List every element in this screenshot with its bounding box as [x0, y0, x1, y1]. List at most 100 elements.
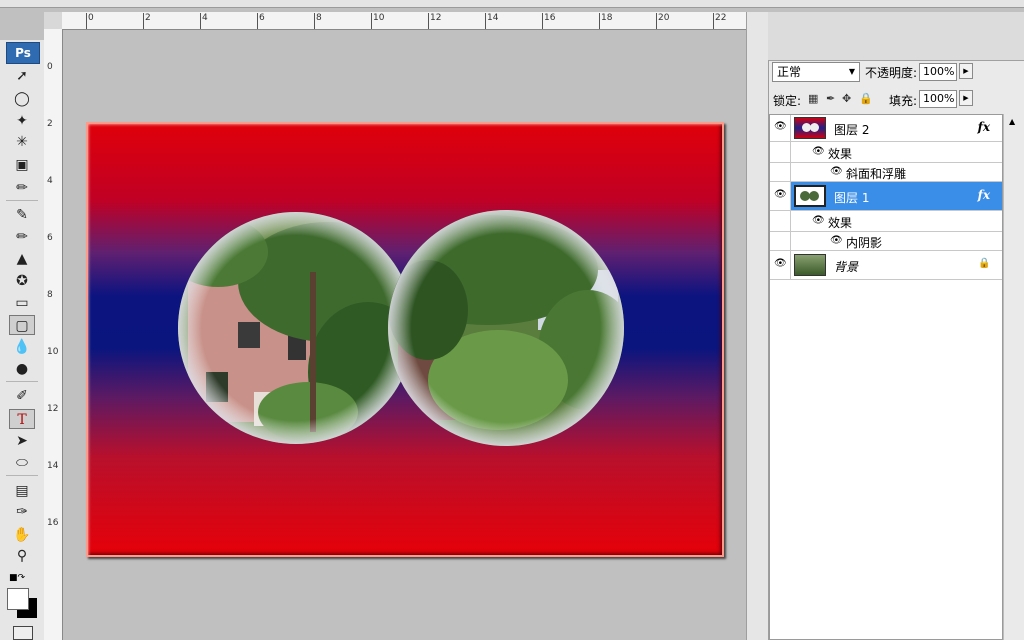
- lock-image-icon[interactable]: ✒: [826, 92, 835, 105]
- hand-tool-icon[interactable]: ✋: [9, 525, 35, 545]
- ruler-tick: [143, 13, 144, 29]
- horizontal-ruler[interactable]: 0 2 4 6 8 10 12 14 16 18 20 22: [62, 12, 746, 30]
- lock-icon: 🔒: [978, 258, 991, 269]
- effects-row[interactable]: 👁 效果: [770, 211, 1002, 232]
- eyedropper-icon[interactable]: ✑: [9, 502, 35, 522]
- shape-tool-icon[interactable]: ⬭: [9, 453, 35, 473]
- ruler-tick: [542, 13, 543, 29]
- gradient-tool-icon[interactable]: ▢: [9, 315, 35, 335]
- quick-mask-icon[interactable]: [13, 626, 33, 640]
- ruler-tick-label: 4: [47, 176, 53, 186]
- ruler-tick: [86, 13, 87, 29]
- eye-icon[interactable]: 👁: [774, 189, 787, 200]
- ruler-tick-label: 12: [47, 404, 59, 414]
- vertical-ruler[interactable]: 0 2 4 6 8 10 12 14 16: [44, 29, 63, 640]
- ruler-tick-label: 16: [47, 518, 59, 528]
- lock-label: 锁定:: [773, 94, 802, 108]
- eraser-icon[interactable]: ▭: [9, 293, 35, 313]
- document-canvas[interactable]: [86, 122, 724, 557]
- ruler-tick-label: 14: [487, 13, 499, 23]
- ruler-tick: [371, 13, 372, 29]
- eye-icon[interactable]: 👁: [774, 121, 787, 132]
- layer-name: 图层 1: [834, 191, 870, 205]
- ruler-tick-label: 2: [47, 119, 53, 129]
- zoom-tool-icon[interactable]: ⚲: [9, 546, 35, 566]
- ruler-tick-label: 20: [658, 13, 670, 23]
- ruler-tick-label: 6: [259, 13, 265, 23]
- fx-icon[interactable]: fx: [978, 120, 990, 134]
- left-photo-circle: [178, 212, 414, 444]
- move-tool-icon[interactable]: ➚: [9, 66, 35, 86]
- opacity-label: 不透明度:: [865, 66, 918, 80]
- ruler-tick-label: 2: [145, 13, 151, 23]
- ruler-tick-label: 12: [430, 13, 442, 23]
- dodge-tool-icon[interactable]: ●: [9, 359, 35, 379]
- fill-label: 填充:: [889, 94, 918, 108]
- opacity-field[interactable]: 100%: [919, 63, 957, 81]
- ruler-tick: [656, 13, 657, 29]
- layer-row[interactable]: 👁 图层 2 fx: [770, 115, 1002, 142]
- type-tool-icon[interactable]: T: [9, 409, 35, 429]
- effect-name: 内阴影: [846, 236, 883, 250]
- ruler-tick-label: 22: [715, 13, 727, 23]
- effects-label: 效果: [828, 216, 853, 230]
- ruler-tick: [257, 13, 258, 29]
- ruler-tick: [485, 13, 486, 29]
- blur-tool-icon[interactable]: 💧: [9, 337, 35, 357]
- history-brush-icon[interactable]: ✪: [9, 271, 35, 291]
- healing-brush-icon[interactable]: ✎: [9, 205, 35, 225]
- layer-thumbnail: [794, 117, 826, 139]
- ruler-tick: [314, 13, 315, 29]
- effect-row[interactable]: 👁 内阴影: [770, 232, 1002, 251]
- ruler-tick: [200, 13, 201, 29]
- panel-header: [768, 12, 1024, 61]
- fill-field[interactable]: 100%: [919, 90, 957, 108]
- eye-icon[interactable]: 👁: [774, 258, 787, 269]
- eye-icon[interactable]: 👁: [830, 166, 843, 177]
- ruler-tick: [428, 13, 429, 29]
- ruler-tick-label: 10: [373, 13, 385, 23]
- effects-label: 效果: [828, 147, 853, 161]
- blend-mode-select[interactable]: 正常 ▼: [772, 62, 860, 82]
- lock-all-icon[interactable]: 🔒: [859, 92, 873, 105]
- magic-wand-icon[interactable]: ✳: [9, 132, 35, 152]
- ruler-tick-label: 4: [202, 13, 208, 23]
- default-colors-icon[interactable]: ■↷: [9, 573, 25, 583]
- pen-tool-icon[interactable]: ✐: [9, 386, 35, 406]
- effect-row[interactable]: 👁 斜面和浮雕: [770, 163, 1002, 182]
- layer-name: 图层 2: [834, 123, 870, 137]
- layer-thumbnail: [794, 185, 826, 207]
- clone-stamp-icon[interactable]: ▲: [9, 249, 35, 269]
- document-scrollbar[interactable]: [746, 12, 769, 640]
- layer-row-selected[interactable]: 👁 图层 1 fx: [770, 182, 1002, 211]
- lock-position-icon[interactable]: ✥: [842, 92, 851, 105]
- brush-tool-icon[interactable]: ✏: [9, 227, 35, 247]
- fill-slider-button[interactable]: ▶: [959, 90, 973, 106]
- ruler-tick-label: 14: [47, 461, 59, 471]
- ruler-tick-label: 16: [544, 13, 556, 23]
- marquee-tool-icon[interactable]: ◯: [9, 89, 35, 109]
- layers-list: 👁 图层 2 fx 👁 效果 👁 斜面和浮雕 👁 图层 1 fx 👁 效果 👁: [769, 114, 1003, 640]
- scroll-up-icon[interactable]: ▲: [1009, 117, 1015, 126]
- eyedropper-icon[interactable]: ✏: [9, 178, 35, 198]
- crop-tool-icon[interactable]: ▣: [9, 155, 35, 175]
- effects-row[interactable]: 👁 效果: [770, 142, 1002, 163]
- options-bar: [0, 0, 1024, 8]
- layer-row[interactable]: 👁 背景 🔒: [770, 251, 1002, 280]
- path-selection-icon[interactable]: ➤: [9, 431, 35, 451]
- ruler-tick-label: 18: [601, 13, 613, 23]
- notes-icon[interactable]: ▤: [9, 481, 35, 501]
- right-photo-circle: [388, 210, 624, 446]
- foreground-color-swatch[interactable]: [7, 588, 29, 610]
- lock-transparency-icon[interactable]: ▦: [808, 92, 818, 105]
- eye-icon[interactable]: 👁: [812, 146, 825, 157]
- eye-icon[interactable]: 👁: [812, 215, 825, 226]
- chevron-down-icon: ▼: [848, 67, 855, 76]
- fx-icon[interactable]: fx: [978, 188, 990, 202]
- ruler-tick-label: 10: [47, 347, 59, 357]
- eye-icon[interactable]: 👁: [830, 235, 843, 246]
- opacity-slider-button[interactable]: ▶: [959, 63, 973, 79]
- lasso-tool-icon[interactable]: ✦: [9, 111, 35, 131]
- ruler-tick: [713, 13, 714, 29]
- layers-scrollbar[interactable]: ▲: [1003, 114, 1024, 640]
